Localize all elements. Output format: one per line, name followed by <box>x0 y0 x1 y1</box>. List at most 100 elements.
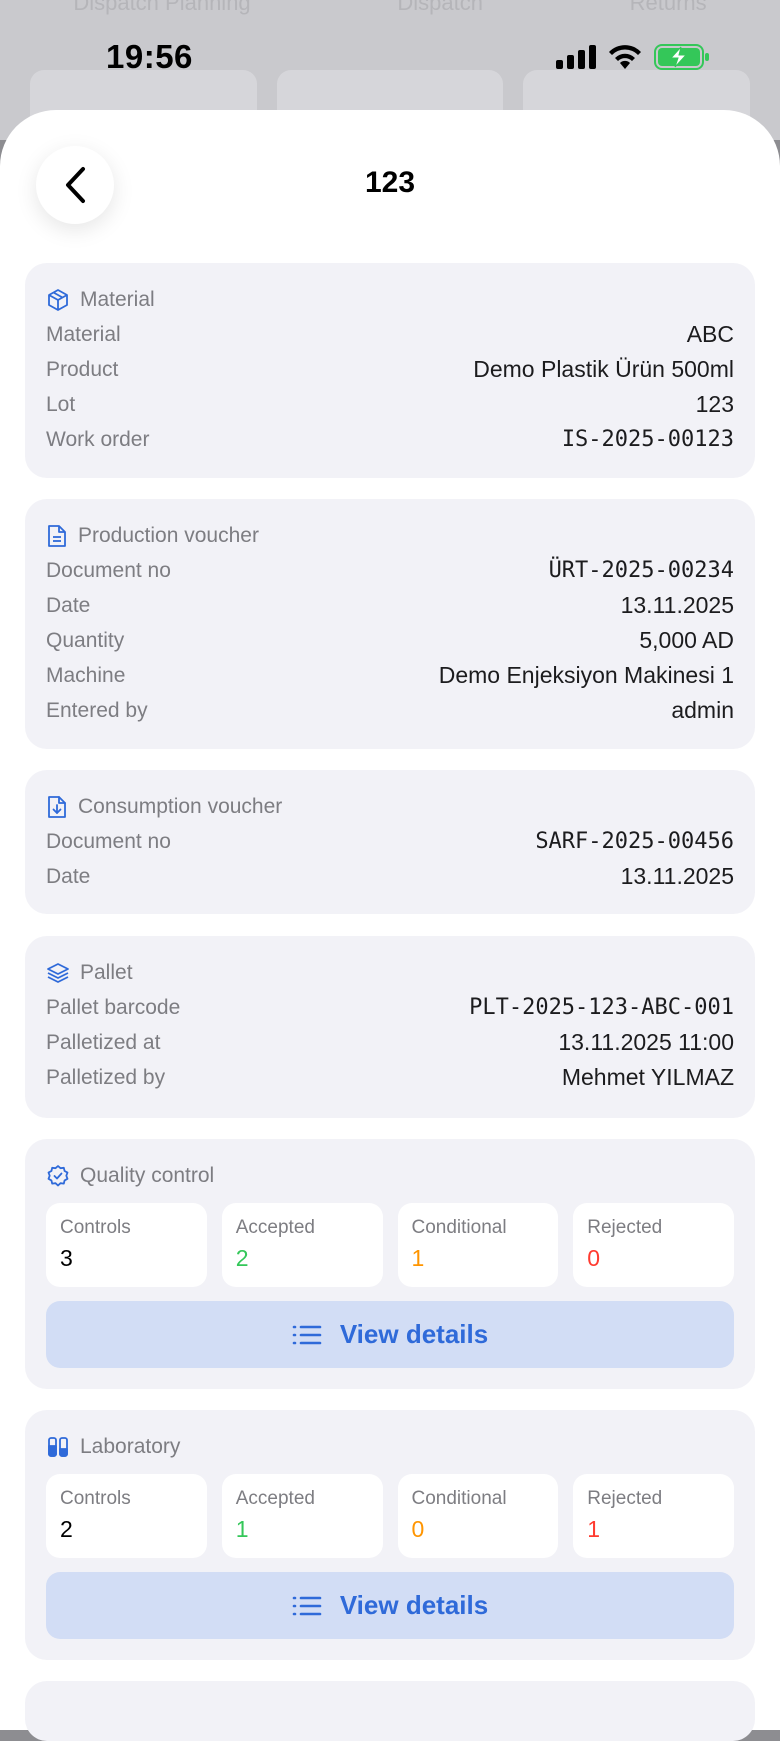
row-label: Palletized at <box>46 1030 161 1054</box>
stat-label: Controls <box>60 1217 131 1238</box>
info-row: Entered by admin <box>46 693 734 728</box>
badge-check-icon <box>47 1165 69 1187</box>
row-label: Document no <box>46 558 171 582</box>
stat-label: Accepted <box>235 1217 315 1238</box>
stat-value: 2 <box>60 1516 73 1542</box>
consumption-voucher-card: Consumption voucher Document no SARF-2025… <box>25 770 755 914</box>
stat-value: 0 <box>587 1245 601 1271</box>
next-card <box>25 1681 755 1741</box>
stats-grid: Controls 2 Accepted 1 Conditional 0 Rejecte… <box>46 1474 734 1558</box>
stat-controls: Controls 3 <box>46 1203 207 1287</box>
stat-rejected: Rejected 0 <box>573 1203 734 1287</box>
stat-controls: Controls 2 <box>46 1474 207 1558</box>
pallet-card: Pallet Pallet barcode PLT-2025-123-ABC-00… <box>25 936 755 1118</box>
card-title: Pallet <box>80 961 133 984</box>
stat-label: Rejected <box>587 1488 663 1509</box>
stat-label: Accepted <box>235 1488 315 1509</box>
wifi-icon <box>609 45 641 69</box>
info-row: Palletized at 13.11.2025 11:00 <box>46 1025 734 1060</box>
card-title: Consumption voucher <box>78 795 283 818</box>
row-label: Document no <box>46 829 171 853</box>
info-row: Machine Demo Enjeksiyon Makinesi 1 <box>46 658 734 693</box>
stat-value: 1 <box>587 1516 601 1542</box>
stat-value: 1 <box>411 1245 425 1271</box>
row-label: Date <box>46 593 91 617</box>
card-header: Laboratory <box>46 1430 734 1464</box>
battery-charging-icon <box>654 44 709 70</box>
card-header: Pallet <box>46 956 734 990</box>
card-title: Production voucher <box>78 524 259 547</box>
view-details-button[interactable]: View details <box>46 1301 734 1368</box>
status-time: 19:56 <box>106 38 193 75</box>
stat-accepted: Accepted 2 <box>221 1203 383 1287</box>
stat-label: Conditional <box>411 1217 507 1238</box>
card-header: Consumption voucher <box>46 790 734 824</box>
document-icon <box>48 525 66 547</box>
status-bar: 19:56 <box>0 0 780 110</box>
row-value: ABC <box>686 321 734 347</box>
row-label: Pallet barcode <box>46 995 181 1019</box>
test-tubes-icon <box>48 1437 68 1457</box>
button-label: View details <box>339 1590 489 1620</box>
production-voucher-card: Production voucher Document no ÜRT-2025-0… <box>25 499 755 749</box>
info-row: Date 13.11.2025 <box>46 588 734 623</box>
info-row: Quantity 5,000 AD <box>46 623 734 658</box>
info-row: Work order IS-2025-00123 <box>46 422 734 457</box>
info-row: Product Demo Plastik Ürün 500ml <box>46 352 734 387</box>
quality-control-card: Quality control Controls 3 Accepted 2 Cond… <box>25 1139 755 1389</box>
row-value: Demo Enjeksiyon Makinesi 1 <box>438 662 734 688</box>
row-label: Date <box>46 864 91 888</box>
document-download-icon <box>48 796 66 818</box>
card-header: Quality control <box>46 1159 734 1193</box>
stat-label: Conditional <box>411 1488 507 1509</box>
row-value: PLT-2025-123-ABC-001 <box>469 995 734 1020</box>
stat-value: 2 <box>235 1245 249 1271</box>
button-label: View details <box>339 1319 489 1349</box>
row-value: 123 <box>695 391 734 417</box>
row-value: 13.11.2025 11:00 <box>558 1029 734 1055</box>
info-row: Pallet barcode PLT-2025-123-ABC-001 <box>46 990 734 1025</box>
page-title: 123 <box>364 166 416 199</box>
stat-conditional: Conditional 0 <box>397 1474 559 1558</box>
info-row: Material ABC <box>46 317 734 352</box>
cube-icon <box>48 289 68 311</box>
stat-accepted: Accepted 1 <box>221 1474 383 1558</box>
row-value: Demo Plastik Ürün 500ml <box>473 356 734 382</box>
row-value: ÜRT-2025-00234 <box>548 558 734 583</box>
row-value: SARF-2025-00456 <box>535 829 734 854</box>
stat-label: Controls <box>60 1488 131 1509</box>
card-header: Production voucher <box>46 519 734 553</box>
stats-grid: Controls 3 Accepted 2 Conditional 1 Rejecte… <box>46 1203 734 1287</box>
row-label: Work order <box>46 427 150 451</box>
view-details-button[interactable]: View details <box>46 1572 734 1639</box>
cellular-signal-icon <box>556 45 596 69</box>
info-row: Lot 123 <box>46 387 734 422</box>
row-label: Machine <box>46 663 126 687</box>
row-label: Lot <box>46 392 76 416</box>
stat-value: 1 <box>235 1516 249 1542</box>
info-row: Date 13.11.2025 <box>46 859 734 894</box>
info-row: Document no SARF-2025-00456 <box>46 824 734 859</box>
stat-value: 3 <box>60 1245 73 1271</box>
row-value: Mehmet YILMAZ <box>561 1064 734 1090</box>
detail-sheet: 123 Material Material ABC Product Demo Pla… <box>0 110 780 1741</box>
row-value: 13.11.2025 <box>620 592 734 618</box>
row-label: Palletized by <box>46 1065 166 1089</box>
row-value: 13.11.2025 <box>620 863 734 889</box>
row-value: admin <box>671 697 734 723</box>
card-header: Material <box>46 283 734 317</box>
row-value: 5,000 AD <box>639 627 734 653</box>
stat-value: 0 <box>411 1516 425 1542</box>
card-title: Laboratory <box>80 1435 181 1458</box>
card-title: Quality control <box>80 1164 215 1187</box>
list-icon <box>292 1596 322 1615</box>
row-label: Material <box>46 322 121 346</box>
laboratory-card: Laboratory Controls 2 Accepted 1 Condition… <box>25 1410 755 1660</box>
info-row: Document no ÜRT-2025-00234 <box>46 553 734 588</box>
stat-conditional: Conditional 1 <box>397 1203 559 1287</box>
stat-label: Rejected <box>587 1217 663 1238</box>
stat-rejected: Rejected 1 <box>573 1474 734 1558</box>
row-value: IS-2025-00123 <box>561 427 734 452</box>
list-icon <box>292 1325 322 1344</box>
material-card: Material Material ABC Product Demo Plastik… <box>25 263 755 478</box>
